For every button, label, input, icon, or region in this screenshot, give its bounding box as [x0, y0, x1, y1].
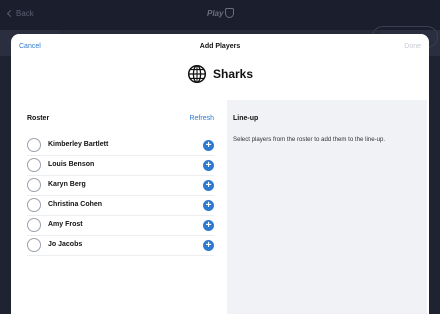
select-checkbox[interactable]	[27, 198, 41, 212]
select-checkbox[interactable]	[27, 158, 41, 172]
player-name: Amy Frost	[48, 221, 83, 228]
chevron-left-icon	[6, 9, 15, 18]
plus-circle-icon[interactable]: +	[203, 160, 214, 171]
player-name: Jo Jacobs	[48, 241, 83, 248]
back-label: Back	[16, 9, 34, 18]
lineup-panel: Line-up Select players from the roster t…	[227, 100, 427, 314]
plus-circle-icon[interactable]: +	[203, 240, 214, 251]
lineup-heading: Line-up	[233, 115, 259, 122]
roster-row[interactable]: Karyn Berg +	[27, 176, 214, 196]
roster-heading: Roster	[27, 115, 50, 122]
app-logo: Play	[207, 8, 235, 18]
team-name: Sharks	[212, 67, 254, 81]
globe-icon	[187, 64, 207, 84]
lineup-empty-message: Select players from the roster to add th…	[233, 136, 386, 143]
roster-panel: Roster Refresh Kimberley Bartlett + Loui…	[11, 100, 226, 314]
done-button[interactable]: Done	[404, 43, 421, 50]
plus-circle-icon[interactable]: +	[203, 140, 214, 151]
player-name: Louis Benson	[48, 161, 95, 168]
back-button[interactable]: Back	[6, 9, 34, 18]
select-checkbox[interactable]	[27, 238, 41, 252]
select-checkbox[interactable]	[27, 138, 41, 152]
team-header: Sharks	[11, 63, 429, 85]
app-header: Back Play	[0, 0, 440, 30]
player-name: Kimberley Bartlett	[48, 141, 109, 148]
sheet-title: Add Players	[199, 43, 241, 50]
select-checkbox[interactable]	[27, 218, 41, 232]
roster-row[interactable]: Kimberley Bartlett +	[27, 136, 214, 156]
roster-row[interactable]: Louis Benson +	[27, 156, 214, 176]
roster-list: Kimberley Bartlett + Louis Benson + Kary…	[27, 136, 214, 256]
player-name: Karyn Berg	[48, 181, 86, 188]
refresh-button[interactable]: Refresh	[189, 115, 214, 122]
add-players-sheet: Add Players Cancel Done Sharks Roster Re…	[11, 34, 429, 314]
plus-circle-icon[interactable]: +	[203, 220, 214, 231]
roster-row[interactable]: Christina Cohen +	[27, 196, 214, 216]
roster-row[interactable]: Amy Frost +	[27, 216, 214, 236]
player-name: Christina Cohen	[48, 201, 103, 208]
plus-circle-icon[interactable]: +	[203, 180, 214, 191]
plus-circle-icon[interactable]: +	[203, 200, 214, 211]
cancel-button[interactable]: Cancel	[19, 43, 41, 50]
logo-label: Play	[207, 8, 224, 18]
roster-row[interactable]: Jo Jacobs +	[27, 236, 214, 256]
shield-icon	[225, 8, 235, 18]
select-checkbox[interactable]	[27, 178, 41, 192]
sheet-navbar: Add Players Cancel Done	[11, 34, 429, 60]
